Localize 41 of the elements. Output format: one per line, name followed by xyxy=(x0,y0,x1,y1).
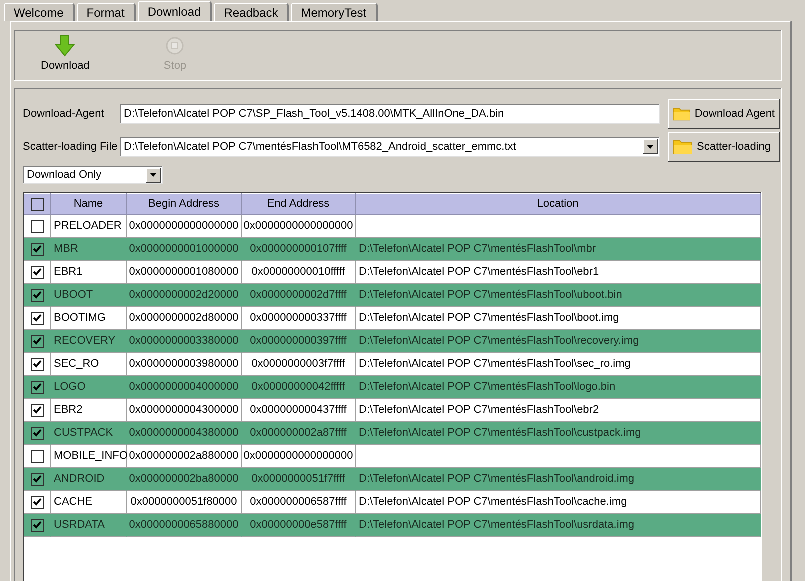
checkbox[interactable] xyxy=(30,518,44,532)
column-header[interactable]: Begin Address xyxy=(127,193,242,215)
checkbox[interactable] xyxy=(30,288,44,302)
table-cell: 0x00000000e587ffff xyxy=(242,514,356,537)
input-field[interactable]: D:\Telefon\Alcatel POP C7\SP_Flash_Tool_v5.1408.00\MTK_AllInOne_DA.bin xyxy=(120,104,660,124)
checkbox[interactable] xyxy=(30,450,44,462)
column-header[interactable]: Location xyxy=(356,193,761,215)
field-label: Download-Agent xyxy=(23,108,106,120)
stop-icon xyxy=(165,35,186,57)
caret-icon xyxy=(150,173,157,177)
checkbox[interactable] xyxy=(30,312,44,324)
browse-button[interactable]: Download Agent xyxy=(668,98,780,128)
checkbox[interactable] xyxy=(30,404,44,416)
checkbox[interactable] xyxy=(30,472,44,486)
tab[interactable]: Readback xyxy=(214,3,290,21)
tab[interactable]: Welcome xyxy=(4,3,75,21)
tab[interactable]: MemoryTest xyxy=(291,3,378,21)
column-header[interactable]: End Address xyxy=(242,193,356,215)
checkbox[interactable] xyxy=(30,242,44,256)
folder-icon xyxy=(673,105,691,122)
checkbox[interactable] xyxy=(30,380,44,394)
field-label: Scatter-loading File xyxy=(23,140,119,152)
checkbox[interactable] xyxy=(30,220,44,232)
toolbar-button[interactable]: Download xyxy=(35,35,96,80)
browse-button[interactable]: Scatter-loading xyxy=(668,132,780,162)
table-cell: D:\Telefon\Alcatel POP C7\mentésFlashTool\usrdata.img xyxy=(356,514,761,537)
caret-icon xyxy=(647,144,654,148)
checkbox[interactable] xyxy=(30,266,44,278)
mode-dropdown[interactable]: Download Only xyxy=(23,166,163,184)
checkbox[interactable] xyxy=(30,198,44,210)
table-cell: USRDATA xyxy=(51,514,127,537)
checkbox[interactable] xyxy=(30,426,44,440)
tab[interactable]: Download xyxy=(138,1,212,21)
folder-icon xyxy=(673,138,693,155)
checkbox[interactable] xyxy=(30,496,44,508)
tab[interactable]: Format xyxy=(76,3,136,21)
table-cell: 0x0000000065880000 xyxy=(127,514,242,537)
checkbox[interactable] xyxy=(30,358,44,370)
down-arrow-icon xyxy=(55,35,76,57)
combo-box[interactable]: D:\Telefon\Alcatel POP C7\mentésFlashTool\MT6582_Android_scatter_emmc.txt xyxy=(120,136,660,156)
checkbox[interactable] xyxy=(30,334,44,348)
